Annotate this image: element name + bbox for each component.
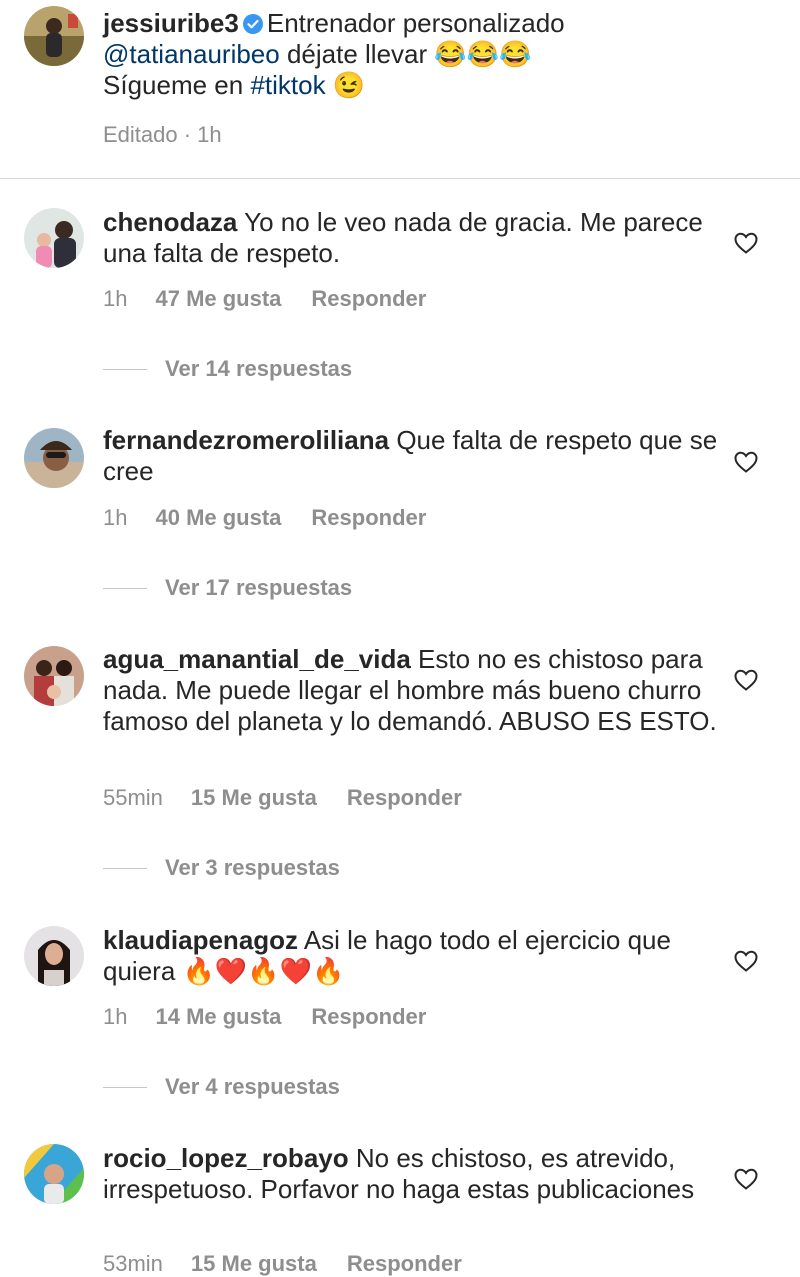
comment-time: 1h bbox=[103, 505, 128, 530]
caption-hashtag[interactable]: #tiktok bbox=[250, 70, 325, 100]
comment-time: 1h bbox=[103, 286, 128, 311]
caption-meta: Editado · 1h bbox=[103, 122, 222, 147]
caption-line2-emojis: 😂😂😂 bbox=[434, 39, 532, 69]
comment-avatar[interactable] bbox=[24, 428, 84, 488]
caption-divider bbox=[0, 178, 800, 179]
comment-text: agua_manantial_de_vida Esto no es chisto… bbox=[103, 644, 720, 737]
comment-text: chenodaza Yo no le veo nada de gracia. M… bbox=[103, 207, 720, 269]
comment-username[interactable]: rocio_lopez_robayo bbox=[103, 1143, 349, 1173]
comment-time: 55min bbox=[103, 785, 163, 810]
comment-avatar[interactable] bbox=[24, 1144, 84, 1204]
view-replies-label[interactable]: Ver 17 respuestas bbox=[165, 575, 352, 601]
reply-button[interactable]: Responder bbox=[311, 1004, 426, 1029]
view-replies-label[interactable]: Ver 14 respuestas bbox=[165, 356, 352, 382]
comment-text: rocio_lopez_robayo No es chistoso, es at… bbox=[103, 1143, 720, 1205]
comment-emojis: 🔥❤️🔥❤️🔥 bbox=[182, 956, 345, 986]
comment-avatar[interactable] bbox=[24, 208, 84, 268]
view-replies-label[interactable]: Ver 3 respuestas bbox=[165, 855, 340, 881]
comment-meta: 53min 15 Me gusta Responder bbox=[103, 1251, 492, 1277]
comment-text: fernandezromeroliliana Que falta de resp… bbox=[103, 425, 720, 487]
comment-username[interactable]: klaudiapenagoz bbox=[103, 925, 298, 955]
caption-username[interactable]: jessiuribe3 bbox=[103, 8, 239, 38]
comment-likes[interactable]: 15 Me gusta bbox=[191, 785, 317, 810]
caption-mention[interactable]: @tatianauribeo bbox=[103, 39, 280, 69]
caption-text: jessiuribe3 Entrenador personalizado @tat… bbox=[103, 8, 720, 101]
comment-likes[interactable]: 47 Me gusta bbox=[155, 286, 281, 311]
heart-outline-icon[interactable] bbox=[734, 232, 758, 254]
reply-button[interactable]: Responder bbox=[347, 1251, 462, 1276]
comment-username[interactable]: agua_manantial_de_vida bbox=[103, 644, 411, 674]
replies-line bbox=[103, 368, 147, 370]
caption-avatar[interactable] bbox=[24, 6, 84, 66]
comment-likes[interactable]: 40 Me gusta bbox=[155, 505, 281, 530]
comment-username[interactable]: fernandezromeroliliana bbox=[103, 425, 389, 455]
replies-line bbox=[103, 867, 147, 869]
comment-meta: 55min 15 Me gusta Responder bbox=[103, 785, 492, 811]
reply-button[interactable]: Responder bbox=[311, 286, 426, 311]
comment-time: 1h bbox=[103, 1004, 128, 1029]
comment-avatar[interactable] bbox=[24, 926, 84, 986]
view-replies[interactable]: Ver 17 respuestas bbox=[103, 575, 352, 601]
comment-username[interactable]: chenodaza bbox=[103, 207, 237, 237]
comment-text: klaudiapenagoz Asi le hago todo el ejerc… bbox=[103, 925, 720, 987]
comment-meta: 1h 14 Me gusta Responder bbox=[103, 1004, 456, 1030]
view-replies[interactable]: Ver 4 respuestas bbox=[103, 1074, 340, 1100]
caption-line3: Sígueme en bbox=[103, 70, 244, 100]
replies-line bbox=[103, 1086, 147, 1088]
comment-meta: 1h 47 Me gusta Responder bbox=[103, 286, 456, 312]
caption-body: Entrenador personalizado bbox=[266, 8, 565, 38]
caption-line3-emoji: 😉 bbox=[332, 70, 366, 100]
comment-meta: 1h 40 Me gusta Responder bbox=[103, 505, 456, 531]
reply-button[interactable]: Responder bbox=[347, 785, 462, 810]
view-replies-label[interactable]: Ver 4 respuestas bbox=[165, 1074, 340, 1100]
heart-outline-icon[interactable] bbox=[734, 950, 758, 972]
heart-outline-icon[interactable] bbox=[734, 1168, 758, 1190]
view-replies[interactable]: Ver 14 respuestas bbox=[103, 356, 352, 382]
replies-line bbox=[103, 587, 147, 589]
heart-outline-icon[interactable] bbox=[734, 669, 758, 691]
view-replies[interactable]: Ver 3 respuestas bbox=[103, 855, 340, 881]
reply-button[interactable]: Responder bbox=[311, 505, 426, 530]
comment-likes[interactable]: 14 Me gusta bbox=[155, 1004, 281, 1029]
caption-line2: déjate llevar bbox=[286, 39, 428, 69]
verified-badge-icon bbox=[242, 14, 263, 34]
comment-avatar[interactable] bbox=[24, 646, 84, 706]
comment-likes[interactable]: 15 Me gusta bbox=[191, 1251, 317, 1276]
heart-outline-icon[interactable] bbox=[734, 451, 758, 473]
comment-time: 53min bbox=[103, 1251, 163, 1276]
